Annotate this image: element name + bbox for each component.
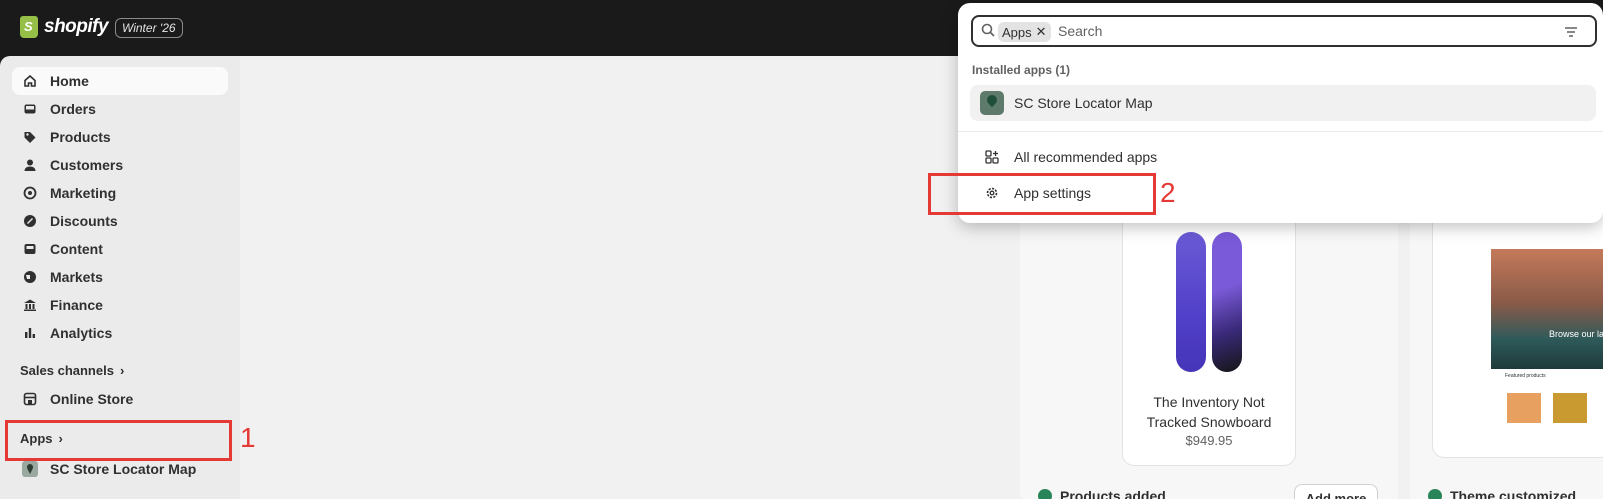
sidebar-item-discounts[interactable]: Discounts bbox=[12, 207, 228, 235]
product-name-line1: The Inventory Not bbox=[1153, 394, 1265, 410]
sidebar-item-home[interactable]: Home bbox=[12, 67, 228, 95]
sales-channels-label: Sales channels bbox=[20, 363, 114, 378]
snowboard-image-front bbox=[1176, 232, 1206, 372]
discount-icon bbox=[22, 213, 38, 229]
sidebar-item-label: Analytics bbox=[50, 325, 113, 341]
all-recommended-apps-link[interactable]: All recommended apps bbox=[970, 139, 1596, 175]
search-filter-chip[interactable]: Apps ✕ bbox=[998, 22, 1051, 42]
sidebar-item-label: Products bbox=[50, 129, 111, 145]
product-price: $949.95 bbox=[1185, 433, 1233, 448]
content-icon bbox=[22, 241, 38, 257]
person-icon bbox=[22, 157, 38, 173]
edition-badge: Winter '26 bbox=[115, 18, 183, 38]
shopify-logo[interactable]: shopify bbox=[20, 16, 109, 38]
theme-product-thumb-2 bbox=[1553, 393, 1587, 423]
sidebar-item-products[interactable]: Products bbox=[12, 123, 228, 151]
products-added-status: Products added bbox=[1038, 488, 1166, 499]
sidebar-item-content[interactable]: Content bbox=[12, 235, 228, 263]
theme-featured-title: Featured products bbox=[1505, 373, 1546, 379]
theme-hero-image bbox=[1491, 249, 1603, 369]
annotation-box-app-settings bbox=[928, 173, 1156, 215]
map-pin-app-icon bbox=[22, 461, 38, 477]
brand-name: shopify bbox=[44, 16, 109, 37]
products-added-label: Products added bbox=[1060, 488, 1166, 499]
chevron-right-icon: › bbox=[119, 363, 125, 378]
sidebar-item-label: SC Store Locator Map bbox=[50, 461, 197, 477]
shopify-bag-icon bbox=[20, 16, 38, 38]
sidebar-item-label: Orders bbox=[50, 101, 96, 117]
annotation-box-apps bbox=[5, 420, 232, 461]
target-icon bbox=[22, 185, 38, 201]
annotation-number-2: 2 bbox=[1160, 177, 1176, 208]
tag-icon bbox=[22, 129, 38, 145]
sidebar-item-analytics[interactable]: Analytics bbox=[12, 319, 228, 347]
theme-customized-status: Theme customized bbox=[1428, 488, 1576, 499]
sidebar-item-markets[interactable]: Markets bbox=[12, 263, 228, 291]
check-circle-icon bbox=[1038, 489, 1052, 499]
bank-icon bbox=[22, 297, 38, 313]
sidebar-item-label: Discounts bbox=[50, 213, 118, 229]
map-pin-app-icon bbox=[980, 91, 1004, 115]
snowboard-image-back bbox=[1212, 232, 1242, 372]
filter-icon[interactable] bbox=[1564, 25, 1578, 41]
sidebar-item-label: Marketing bbox=[50, 185, 117, 201]
product-name-line2: Tracked Snowboard bbox=[1146, 414, 1272, 430]
theme-product-thumb-1 bbox=[1507, 393, 1541, 423]
theme-preview[interactable]: Browse our late Featured products bbox=[1432, 196, 1603, 458]
sidebar-item-marketing[interactable]: Marketing bbox=[12, 179, 228, 207]
sidebar-item-label: Customers bbox=[50, 157, 124, 173]
installed-apps-header: Installed apps (1) bbox=[972, 63, 1071, 77]
sidebar-item-label: Home bbox=[50, 73, 89, 89]
check-circle-icon bbox=[1428, 489, 1442, 499]
globe-icon bbox=[22, 269, 38, 285]
sidebar-item-label: Online Store bbox=[50, 391, 134, 407]
sidebar-item-label: Content bbox=[50, 241, 103, 257]
apps-grid-icon bbox=[980, 150, 1004, 164]
chip-label: Apps bbox=[1002, 24, 1032, 40]
theme-hero-text: Browse our late bbox=[1549, 329, 1603, 339]
home-icon bbox=[22, 73, 38, 89]
sidebar-item-customers[interactable]: Customers bbox=[12, 151, 228, 179]
close-icon[interactable]: ✕ bbox=[1036, 24, 1047, 40]
sidebar-item-finance[interactable]: Finance bbox=[12, 291, 228, 319]
search-placeholder: Search bbox=[1058, 23, 1103, 39]
installed-app-label: SC Store Locator Map bbox=[1014, 95, 1153, 111]
inbox-icon bbox=[22, 101, 38, 117]
installed-app-sc-store-locator[interactable]: SC Store Locator Map bbox=[970, 85, 1596, 121]
search-icon bbox=[981, 23, 996, 41]
sidebar-item-label: Finance bbox=[50, 297, 103, 313]
product-name: The Inventory Not Tracked Snowboard bbox=[1122, 392, 1296, 432]
store-icon bbox=[22, 391, 38, 407]
sidebar-item-orders[interactable]: Orders bbox=[12, 95, 228, 123]
sales-channels-header[interactable]: Sales channels › bbox=[20, 363, 124, 378]
divider bbox=[958, 131, 1603, 132]
sidebar-item-label: Markets bbox=[50, 269, 103, 285]
bar-chart-icon bbox=[22, 325, 38, 341]
sidebar-item-online-store[interactable]: Online Store bbox=[12, 385, 228, 413]
annotation-number-1: 1 bbox=[240, 422, 256, 453]
all-recommended-label: All recommended apps bbox=[1014, 149, 1158, 165]
theme-customized-label: Theme customized bbox=[1450, 488, 1577, 499]
add-more-button[interactable]: Add more bbox=[1294, 484, 1378, 499]
